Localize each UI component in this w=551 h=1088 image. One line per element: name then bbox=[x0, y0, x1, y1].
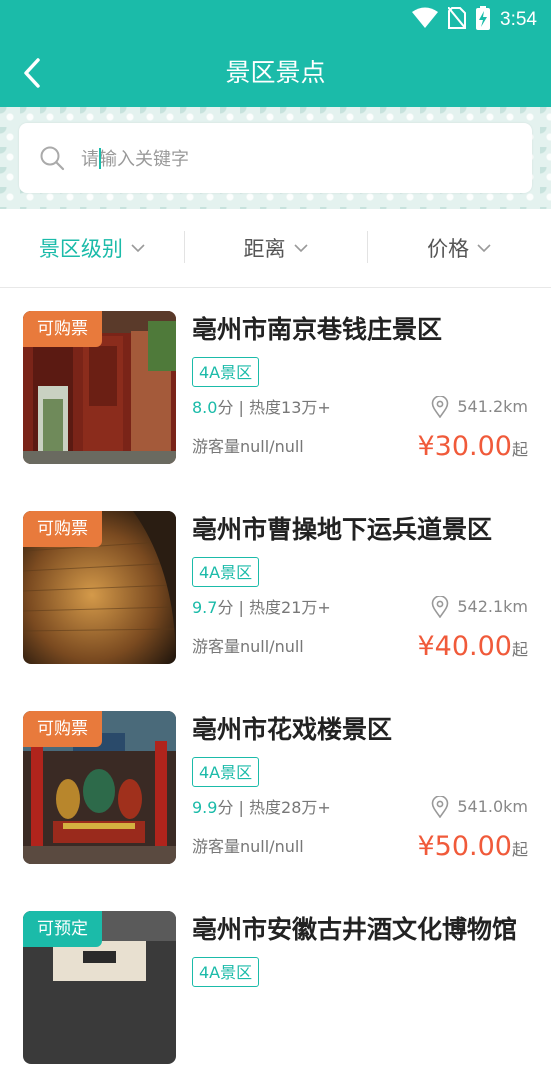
distance-value: 541.0km bbox=[457, 797, 528, 816]
level-badge: 4A景区 bbox=[192, 357, 260, 387]
price-value: ¥40.00 bbox=[417, 631, 512, 662]
status-bar: 3:54 bbox=[0, 0, 551, 40]
page-title: 景区景点 bbox=[225, 58, 326, 87]
visitor-count: 游客量null/null bbox=[192, 637, 304, 656]
rating-score: 9.9 bbox=[192, 798, 218, 817]
heat-text: | 热度28万+ bbox=[233, 798, 331, 817]
filter-label: 景区级别 bbox=[38, 237, 123, 261]
battery-charging-icon bbox=[476, 6, 491, 34]
spot-image: 可预定 bbox=[23, 911, 176, 1064]
text-cursor bbox=[99, 148, 101, 169]
score-unit: 分 bbox=[217, 598, 234, 617]
distance: 542.1km bbox=[431, 594, 528, 620]
rating-score: 9.7 bbox=[192, 598, 218, 617]
location-pin-icon bbox=[432, 596, 449, 618]
ticket-tag: 可购票 bbox=[23, 511, 102, 547]
score-unit: 分 bbox=[217, 398, 234, 417]
level-badge: 4A景区 bbox=[192, 957, 260, 987]
price: ¥40.00起 bbox=[418, 628, 529, 669]
spot-image: 可购票 bbox=[23, 311, 176, 464]
location-pin-icon bbox=[432, 396, 449, 418]
visitor-count: 游客量null/null bbox=[192, 437, 304, 456]
rating-heat: 9.7分 | 热度21万+ bbox=[192, 596, 331, 620]
score-unit: 分 bbox=[217, 798, 234, 817]
distance-value: 541.2km bbox=[457, 397, 528, 416]
price-value: ¥50.00 bbox=[417, 831, 512, 862]
rating-heat: 9.9分 | 热度28万+ bbox=[192, 796, 331, 820]
visitor-count: 游客量null/null bbox=[192, 837, 304, 856]
spot-name: 亳州市花戏楼景区 bbox=[192, 715, 393, 744]
level-badge: 4A景区 bbox=[192, 557, 260, 587]
price-suffix: 起 bbox=[511, 440, 528, 459]
price-suffix: 起 bbox=[511, 840, 528, 859]
status-time: 3:54 bbox=[500, 9, 537, 30]
search-band bbox=[0, 107, 551, 209]
filter-label: 距离 bbox=[243, 237, 286, 261]
distance-value: 542.1km bbox=[457, 597, 528, 616]
filter-price[interactable]: 价格 bbox=[367, 209, 551, 287]
spot-image: 可购票 bbox=[23, 511, 176, 664]
distance: 541.2km bbox=[431, 394, 528, 420]
search-box[interactable] bbox=[19, 123, 532, 193]
search-icon bbox=[39, 145, 65, 175]
no-sim-icon bbox=[447, 6, 467, 33]
filter-distance[interactable]: 距离 bbox=[183, 209, 368, 287]
heat-text: | 热度13万+ bbox=[233, 398, 331, 417]
chevron-down-icon bbox=[477, 243, 491, 252]
distance: 541.0km bbox=[431, 794, 528, 820]
app-bar: 景区景点 bbox=[0, 40, 551, 107]
price-value: ¥30.00 bbox=[417, 431, 512, 462]
spot-name: 亳州市安徽古井酒文化博物馆 bbox=[192, 915, 518, 944]
rating-heat: 8.0分 | 热度13万+ bbox=[192, 396, 331, 420]
price-suffix: 起 bbox=[511, 640, 528, 659]
filter-label: 价格 bbox=[427, 237, 470, 261]
ticket-tag: 可购票 bbox=[23, 711, 102, 747]
location-pin-icon bbox=[432, 796, 449, 818]
rating-score: 8.0 bbox=[192, 398, 218, 417]
heat-text: | 热度21万+ bbox=[233, 598, 331, 617]
price: ¥50.00起 bbox=[418, 828, 529, 869]
list-item[interactable]: 可购票 亳州市曹操地下运兵道景区 4A景区 9.7分 | 热度21万+ 542.… bbox=[0, 488, 551, 688]
filter-scenic-level[interactable]: 景区级别 bbox=[0, 209, 184, 287]
ticket-tag: 可购票 bbox=[23, 311, 102, 347]
spot-name: 亳州市曹操地下运兵道景区 bbox=[192, 515, 493, 544]
list-item[interactable]: 可购票 亳州市花戏楼景区 4A景区 9.9分 | 热度28万+ 541.0km … bbox=[0, 688, 551, 888]
price: ¥30.00起 bbox=[418, 428, 529, 469]
wifi-icon bbox=[412, 7, 439, 33]
filter-bar: 景区级别 距离 价格 bbox=[0, 209, 551, 288]
search-input[interactable] bbox=[79, 137, 503, 181]
booking-tag: 可预定 bbox=[23, 911, 102, 947]
list-item[interactable]: 可购票 亳州市南京巷钱庄景区 4A景区 8.0分 | 热度13万+ 541.2k… bbox=[0, 288, 551, 488]
spot-name: 亳州市南京巷钱庄景区 bbox=[192, 315, 443, 344]
chevron-down-icon bbox=[293, 243, 308, 252]
chevron-down-icon bbox=[131, 243, 145, 252]
spot-image: 可购票 bbox=[23, 711, 176, 864]
level-badge: 4A景区 bbox=[192, 757, 260, 787]
scenic-spot-list: 可购票 亳州市南京巷钱庄景区 4A景区 8.0分 | 热度13万+ 541.2k… bbox=[0, 288, 551, 1088]
list-item[interactable]: 可预定 亳州市安徽古井酒文化博物馆 4A景区 bbox=[0, 888, 551, 1088]
